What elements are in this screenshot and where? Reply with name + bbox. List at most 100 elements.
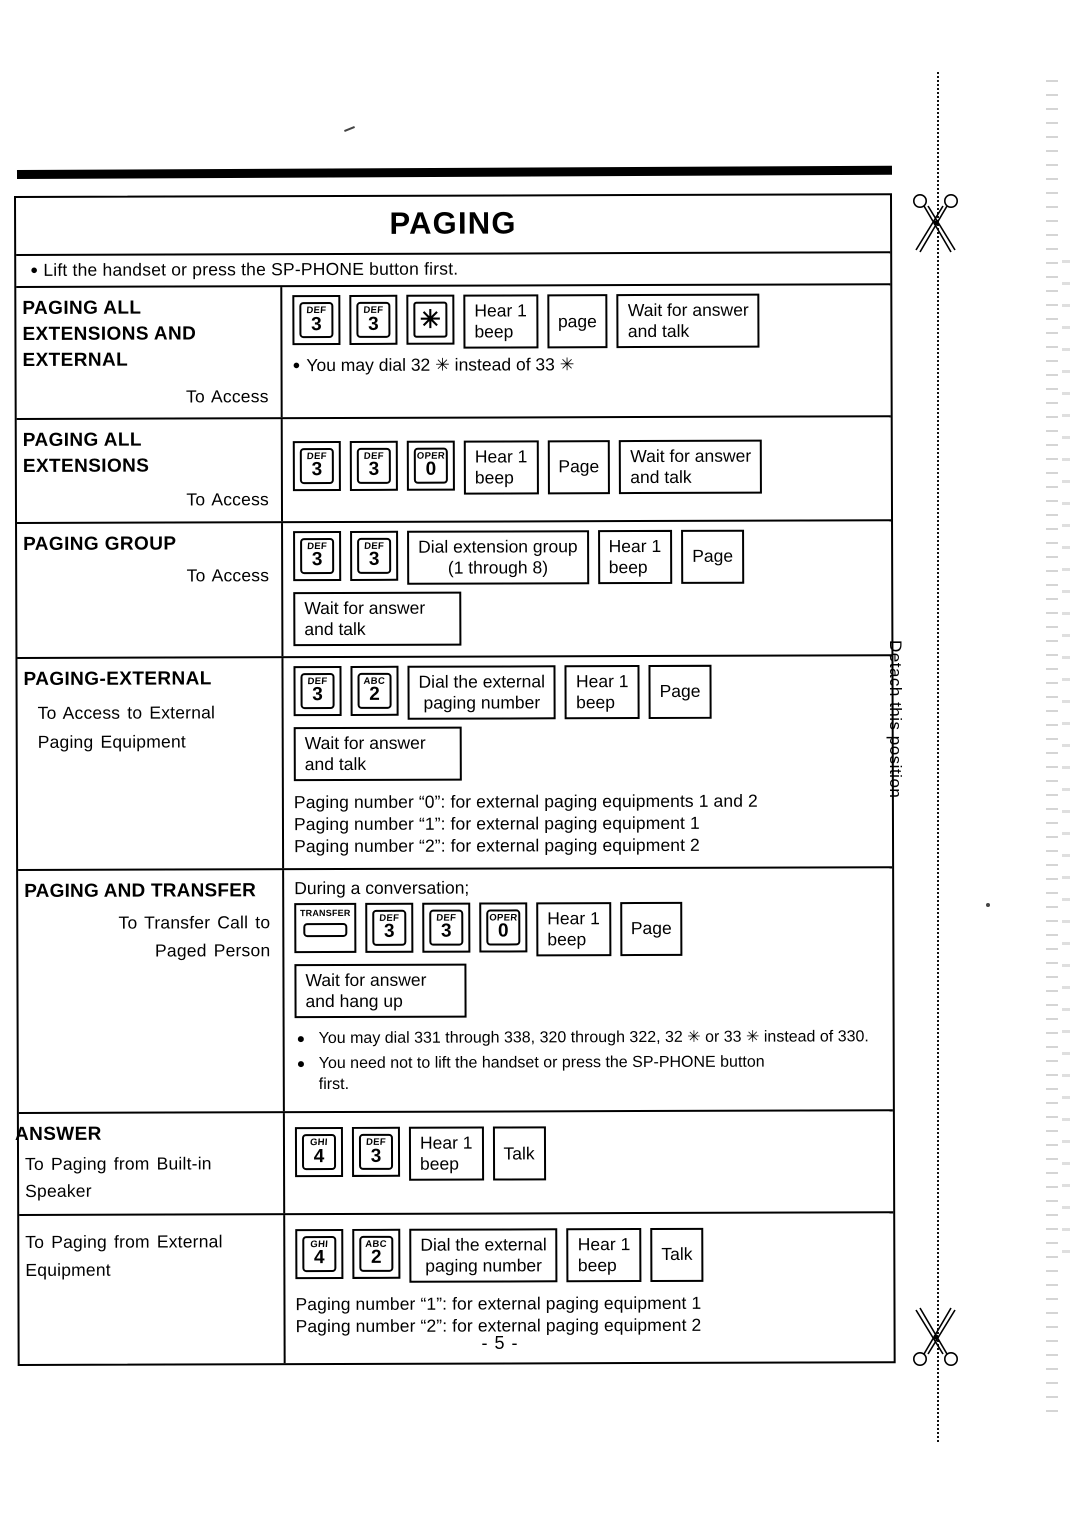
bullet-item: ● You may dial 331 through 338, 320 thro… bbox=[295, 1027, 885, 1050]
step-box: Dial extension group (1 through 8) bbox=[407, 529, 589, 585]
table-row: PAGING GROUP To Access DEF 3 DEF 3 Dial … bbox=[17, 520, 892, 659]
page-title: PAGING bbox=[389, 205, 517, 241]
key-letters: DEF bbox=[363, 450, 385, 462]
step-box: page bbox=[546, 294, 608, 349]
key-digit: 3 bbox=[311, 459, 323, 481]
step-sequence: GHI 4 DEF 3 Hear 1 beep Talk bbox=[294, 1125, 885, 1181]
keypad-key-3: DEF 3 bbox=[349, 294, 398, 345]
step-sequence-continued: Wait for answer and talk bbox=[293, 725, 884, 781]
table-row: PAGING ALL EXTENSIONS To Access DEF 3 DE… bbox=[16, 416, 892, 524]
row-subheading: To Transfer Call to Paged Person bbox=[118, 912, 271, 961]
step-box: Wait for answer and hang up bbox=[294, 963, 467, 1018]
row-bullet-list: ● You may dial 331 through 338, 320 thro… bbox=[295, 1027, 885, 1096]
row-label-cell: PAGING ALL EXTENSIONS AND EXTERNAL To Ac… bbox=[16, 287, 283, 418]
keypad-key-2: ABC 2 bbox=[352, 1228, 401, 1279]
keypad-key-4: GHI 4 bbox=[295, 1228, 344, 1279]
key-letters: DEF bbox=[363, 540, 385, 552]
keypad-key-3: DEF 3 bbox=[293, 530, 342, 581]
manual-page: PAGING ● Lift the handset or press the SP… bbox=[0, 0, 1080, 1514]
table-row: PAGING AND TRANSFER To Transfer Call to … bbox=[18, 867, 893, 1115]
page-number: - 5 - bbox=[481, 1333, 519, 1353]
key-letters: DEF bbox=[306, 305, 327, 317]
key-digit: ✳ bbox=[419, 305, 441, 334]
step-sequence: DEF 3 DEF 3 OPER 0 Hear 1 beep Page Wait… bbox=[292, 439, 883, 495]
key-letters: DEF bbox=[378, 912, 400, 924]
row-steps-cell: DEF 3 ABC 2 Dial the external paging num… bbox=[283, 656, 892, 868]
step-box: Hear 1 beep bbox=[536, 901, 611, 957]
row-subheading: To Paging from External Equipment bbox=[25, 1230, 223, 1280]
keypad-key-3: DEF 3 bbox=[292, 440, 341, 491]
transfer-key: TRANSFER bbox=[294, 902, 357, 953]
step-box: Dial the external paging number bbox=[407, 664, 557, 720]
transfer-key-label: TRANSFER bbox=[299, 907, 351, 918]
step-box: Dial the external paging number bbox=[409, 1227, 558, 1283]
step-box: Page bbox=[619, 901, 683, 956]
step-sequence-continued: Wait for answer and talk bbox=[293, 590, 883, 646]
step-box: Hear 1 beep bbox=[463, 439, 539, 495]
key-letters: ABC bbox=[365, 1238, 388, 1250]
key-digit: 3 bbox=[311, 549, 323, 571]
keypad-key-3: DEF 3 bbox=[349, 440, 398, 491]
scan-artifact-mark bbox=[344, 126, 355, 132]
step-box: Wait for answer and talk bbox=[619, 439, 763, 494]
bullet-item: ● You need not to lift the handset or pr… bbox=[295, 1053, 885, 1096]
key-digit: 3 bbox=[311, 313, 322, 335]
step-box: Page bbox=[547, 439, 611, 494]
row-label-cell: PAGING ALL EXTENSIONS To Access bbox=[16, 418, 284, 522]
row-steps-cell: During a conversation; TRANSFER DEF 3 DE… bbox=[284, 868, 893, 1111]
step-box: Hear 1 beep bbox=[408, 1126, 484, 1181]
key-letters: DEF bbox=[363, 305, 384, 317]
step-sequence: GHI 4 ABC 2 Dial the external paging num… bbox=[295, 1227, 885, 1283]
step-box: Hear 1 beep bbox=[564, 664, 640, 719]
step-sequence: DEF 3 ABC 2 Dial the external paging num… bbox=[293, 664, 883, 720]
table-row: PAGING-EXTERNAL To Access to External Pa… bbox=[17, 655, 893, 871]
scan-edge-artifact bbox=[1046, 80, 1058, 1420]
row-heading: PAGING-EXTERNAL bbox=[23, 667, 212, 690]
row-subheading: To Access bbox=[186, 385, 269, 407]
scan-edge-artifact bbox=[1062, 260, 1070, 1260]
key-digit: 2 bbox=[371, 1247, 382, 1269]
key-letters: OPER bbox=[416, 450, 446, 462]
keypad-key-star: ✳ bbox=[406, 294, 455, 345]
cut-guide-line bbox=[937, 72, 939, 1442]
scan-artifact-dot bbox=[986, 903, 990, 907]
row-subheading: To Access bbox=[186, 489, 269, 510]
step-box: Talk bbox=[492, 1126, 546, 1181]
row-note: ● You may dial 32 ✳ instead of 33 ✳ bbox=[293, 353, 883, 376]
row-steps-cell: DEF 3 DEF 3 OPER 0 Hear 1 beep Page Wait… bbox=[283, 417, 891, 521]
key-digit: 0 bbox=[497, 920, 509, 942]
step-sequence-continued: Wait for answer and hang up bbox=[294, 962, 884, 1018]
key-letters: ABC bbox=[363, 675, 386, 687]
step-box: Wait for answer and talk bbox=[616, 293, 760, 349]
key-digit: 3 bbox=[440, 921, 452, 943]
step-sequence: DEF 3 DEF 3 Dial extension group (1 thro… bbox=[293, 529, 883, 585]
bullet-icon: ● bbox=[292, 357, 301, 373]
key-digit: 3 bbox=[368, 313, 379, 335]
key-letters: DEF bbox=[435, 912, 457, 924]
bullet-icon: ● bbox=[30, 261, 39, 277]
row-label-cell: ANSWER To Paging from Built-in Speaker bbox=[15, 1113, 286, 1214]
step-box: Hear 1 beep bbox=[597, 529, 673, 584]
keypad-key-3: DEF 3 bbox=[292, 294, 341, 346]
step-box: Wait for answer and talk bbox=[293, 726, 462, 781]
row-heading: PAGING GROUP bbox=[23, 532, 177, 555]
paging-feature-table: PAGING ● Lift the handset or press the SP… bbox=[14, 193, 896, 1367]
step-box: Page bbox=[648, 664, 712, 719]
table-row: PAGING ALL EXTENSIONS AND EXTERNAL To Ac… bbox=[16, 285, 891, 420]
key-digit: 4 bbox=[313, 1145, 325, 1167]
row-steps-cell: DEF 3 DEF 3 Dial extension group (1 thro… bbox=[283, 521, 891, 656]
key-digit: 3 bbox=[368, 459, 380, 481]
step-box: Page bbox=[681, 529, 745, 584]
bullet-icon: ● bbox=[296, 1029, 306, 1046]
key-digit: 3 bbox=[383, 921, 395, 943]
table-row: ANSWER To Paging from Built-in Speaker G… bbox=[15, 1111, 894, 1216]
row-footnote: Paging number “1”: for external paging e… bbox=[295, 1292, 702, 1337]
key-letters: DEF bbox=[306, 450, 328, 462]
keypad-key-2: ABC 2 bbox=[350, 665, 399, 716]
bullet-text: You need not to lift the handset or pres… bbox=[318, 1054, 765, 1094]
key-letters: GHI bbox=[309, 1137, 329, 1149]
key-digit: 3 bbox=[312, 684, 323, 706]
row-label-cell: PAGING-EXTERNAL To Access to External Pa… bbox=[17, 657, 285, 869]
step-box: Wait for answer and talk bbox=[293, 591, 462, 646]
key-digit: 4 bbox=[314, 1247, 325, 1269]
